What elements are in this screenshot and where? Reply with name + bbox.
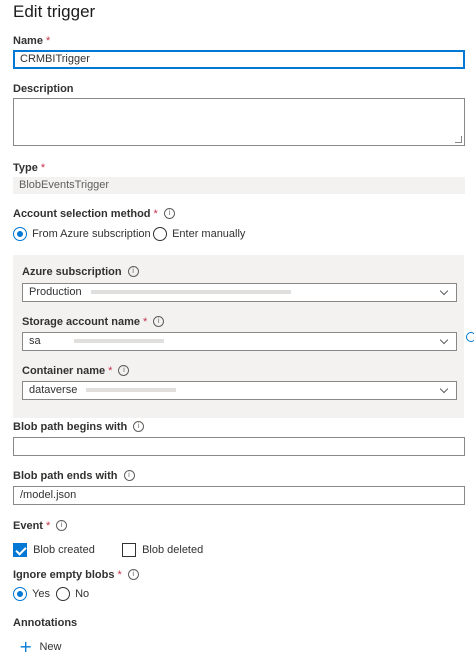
chevron-down-icon[interactable]: [439, 384, 449, 394]
chevron-down-icon[interactable]: [439, 335, 449, 345]
radio-selected-icon[interactable]: [13, 587, 27, 601]
storage-account-select[interactable]: sa: [22, 332, 457, 351]
container-name-label-text: Container name: [22, 365, 106, 377]
ignore-empty-label-text: Ignore empty blobs: [13, 569, 115, 581]
event-label-text: Event: [13, 520, 43, 532]
required-marker: *: [40, 162, 46, 174]
account-selection-label: Account selection method * i: [13, 208, 175, 220]
container-name-select[interactable]: dataverse: [22, 381, 457, 400]
resize-handle-icon[interactable]: [455, 136, 462, 143]
required-marker: *: [45, 35, 51, 47]
container-name-label: Container name * i: [22, 365, 130, 377]
required-marker: *: [117, 569, 122, 581]
radio-unselected-icon[interactable]: [56, 587, 70, 601]
info-icon[interactable]: i: [123, 470, 135, 481]
page-title: Edit trigger: [13, 2, 96, 21]
new-annotation-button[interactable]: + New: [19, 637, 61, 656]
checkbox-checked-icon[interactable]: [13, 543, 27, 557]
account-selection-label-text: Account selection method: [13, 208, 151, 220]
description-textarea[interactable]: [13, 98, 465, 146]
chevron-down-icon[interactable]: [439, 286, 449, 296]
radio-enter-manually[interactable]: Enter manually: [153, 227, 245, 241]
info-icon[interactable]: i: [127, 266, 139, 277]
info-icon[interactable]: i: [153, 316, 165, 327]
info-icon[interactable]: i: [163, 208, 175, 219]
required-marker: *: [45, 520, 51, 532]
info-icon[interactable]: i: [56, 520, 68, 531]
radio-yes[interactable]: Yes: [13, 587, 50, 601]
info-icon[interactable]: i: [127, 569, 139, 580]
blob-begins-label-text: Blob path begins with: [13, 421, 128, 433]
plus-icon: +: [19, 637, 33, 656]
refresh-icon[interactable]: [466, 332, 474, 342]
info-icon[interactable]: i: [133, 421, 145, 432]
blob-begins-label: Blob path begins with i: [13, 421, 145, 433]
blob-begins-input[interactable]: [13, 437, 465, 456]
name-label: Name *: [13, 35, 50, 47]
redacted-text: [86, 388, 177, 393]
azure-subscription-label: Azure subscription i: [22, 266, 139, 278]
radio-no[interactable]: No: [56, 587, 89, 601]
event-label: Event * i: [13, 520, 68, 532]
azure-subscription-value: Production: [29, 286, 82, 298]
checkbox-label: Blob deleted: [142, 544, 204, 556]
radio-label: Yes: [32, 588, 51, 600]
type-value: BlobEventsTrigger: [13, 177, 465, 194]
azure-subscription-select[interactable]: Production: [22, 283, 457, 302]
blob-ends-label-text: Blob path ends with: [13, 470, 118, 482]
checkbox-label: Blob created: [33, 544, 95, 556]
radio-unselected-icon[interactable]: [153, 227, 167, 241]
name-input[interactable]: CRMBITrigger: [13, 50, 465, 69]
storage-account-label: Storage account name * i: [22, 316, 165, 328]
required-marker: *: [142, 316, 148, 328]
required-marker: *: [108, 365, 113, 377]
type-label-text: Type: [13, 162, 38, 174]
info-icon[interactable]: i: [118, 365, 130, 376]
azure-subscription-label-text: Azure subscription: [22, 266, 122, 278]
storage-account-value: sa: [29, 335, 41, 347]
redacted-text: [73, 339, 164, 344]
checkbox-blob-created[interactable]: Blob created: [13, 543, 95, 557]
annotations-label: Annotations: [13, 617, 78, 629]
container-name-value: dataverse: [29, 384, 78, 396]
radio-label: No: [75, 588, 90, 600]
name-label-text: Name: [13, 35, 43, 47]
checkbox-blob-deleted[interactable]: Blob deleted: [122, 543, 203, 557]
radio-label: Enter manually: [172, 228, 246, 240]
radio-label: From Azure subscription: [32, 228, 151, 240]
ignore-empty-label: Ignore empty blobs * i: [13, 569, 139, 581]
type-label: Type *: [13, 162, 45, 174]
checkbox-unchecked-icon[interactable]: [122, 543, 136, 557]
description-label: Description: [13, 83, 74, 95]
storage-account-label-text: Storage account name: [22, 316, 140, 328]
blob-ends-label: Blob path ends with i: [13, 470, 135, 482]
radio-from-azure-subscription[interactable]: From Azure subscription: [13, 227, 151, 241]
required-marker: *: [153, 208, 158, 220]
new-annotation-label: New: [39, 641, 62, 653]
blob-ends-input[interactable]: /model.json: [13, 486, 465, 505]
redacted-text: [90, 290, 291, 295]
radio-selected-icon[interactable]: [13, 227, 27, 241]
